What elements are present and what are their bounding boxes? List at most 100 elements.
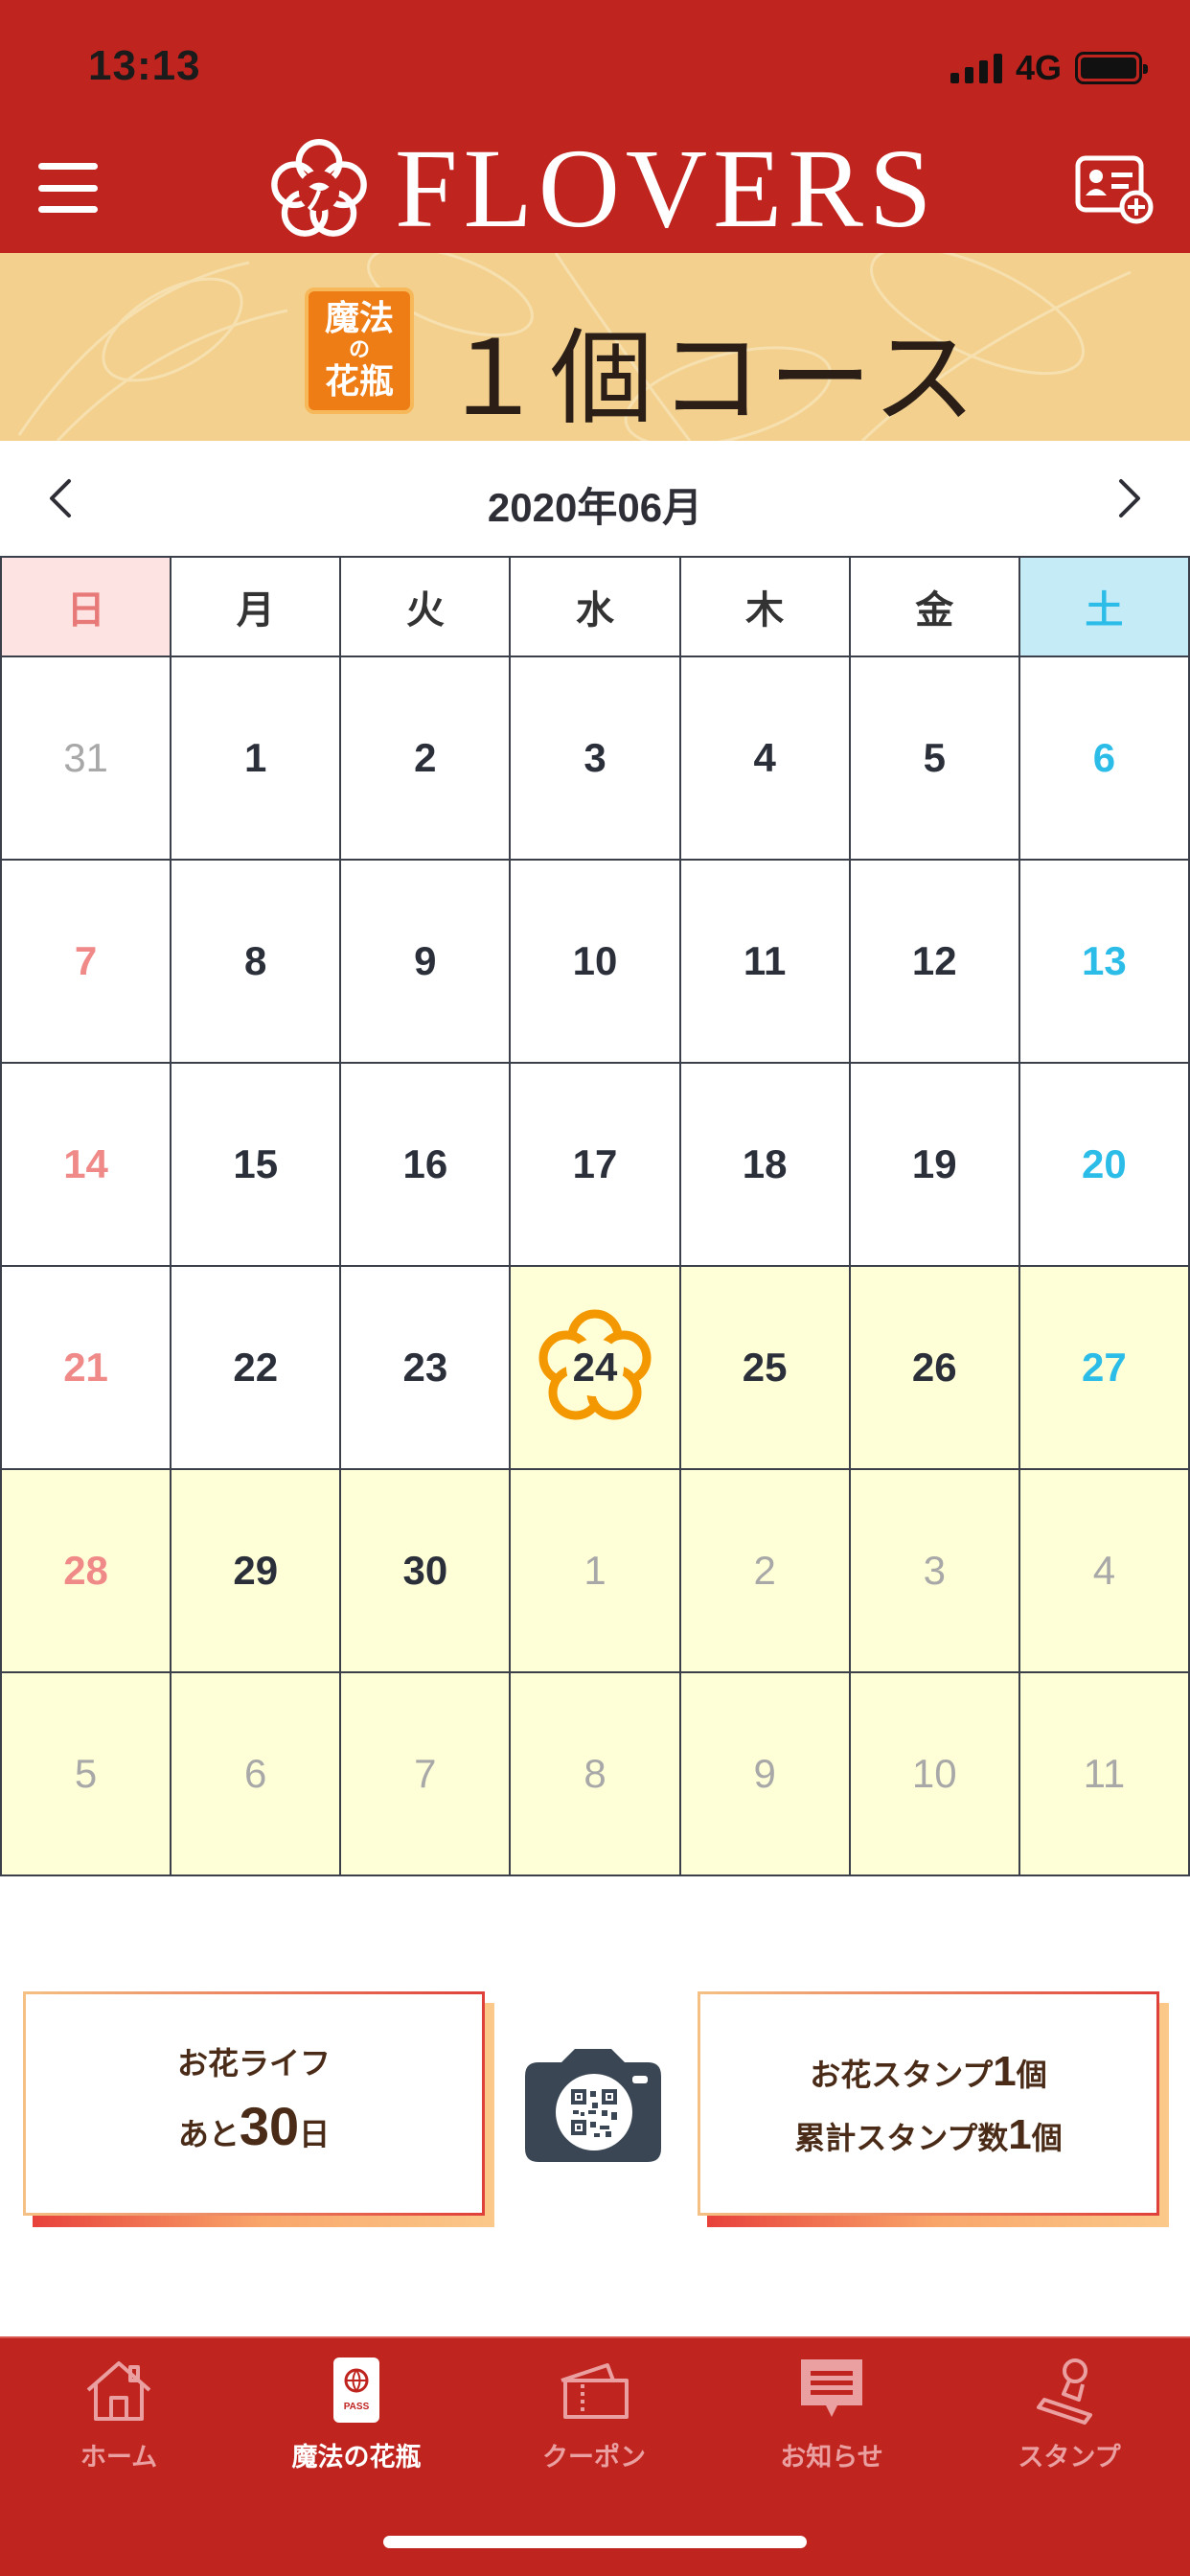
calendar-weekday-header: 日 月 火 水 木 金 土 <box>0 556 1190 657</box>
calendar-day-cell[interactable]: 21 <box>2 1267 172 1470</box>
calendar-day-cell[interactable]: 10 <box>511 861 681 1064</box>
magic-vase-badge: 魔法 の 花瓶 <box>305 288 414 414</box>
day-number: 11 <box>1083 1751 1126 1796</box>
calendar-day-cell[interactable]: 15 <box>172 1064 342 1267</box>
calendar-day-cell[interactable]: 5 <box>2 1673 172 1876</box>
calendar-day-cell[interactable]: 27 <box>1019 1267 1190 1470</box>
day-number: 31 <box>63 735 108 780</box>
day-number: 12 <box>911 938 957 983</box>
day-number: 25 <box>742 1345 788 1390</box>
calendar-day-cell[interactable]: 22 <box>172 1267 342 1470</box>
app-screen: 13:13 4G FLOVERS 魔法 の 花瓶 １個コース 2020年06月 … <box>0 0 1190 2576</box>
calendar-day-cell[interactable]: 1 <box>511 1470 681 1673</box>
calendar-day-cell[interactable]: 12 <box>850 861 1020 1064</box>
pass-icon: PASS <box>333 2358 379 2423</box>
flower-life-label: お花ライフ <box>176 2046 331 2081</box>
calendar-day-cell[interactable]: 6 <box>172 1673 342 1876</box>
total-stamp-label: 累計スタンプ数 <box>794 2121 1009 2155</box>
day-number: 15 <box>233 1141 279 1186</box>
day-number: 18 <box>742 1141 788 1186</box>
total-stamp-unit: 個 <box>1031 2121 1063 2155</box>
day-number: 8 <box>244 938 267 983</box>
next-month-icon[interactable] <box>1100 470 1157 527</box>
signal-icon <box>950 53 1002 83</box>
tab-news[interactable]: お知らせ <box>713 2352 950 2496</box>
day-number: 20 <box>1082 1141 1127 1186</box>
calendar-day-cell[interactable]: 17 <box>511 1064 681 1267</box>
day-number: 9 <box>753 1751 776 1796</box>
calendar-day-cell[interactable]: 29 <box>172 1470 342 1673</box>
day-number: 3 <box>923 1548 946 1593</box>
calendar-day-cell[interactable]: 4 <box>1019 1470 1190 1673</box>
day-number: 28 <box>63 1548 108 1593</box>
day-number: 4 <box>753 735 776 780</box>
member-card-add-icon[interactable] <box>1075 155 1154 224</box>
calendar-month-label: 2020年06月 <box>487 485 703 530</box>
calendar-day-cell[interactable]: 16 <box>341 1064 512 1267</box>
day-number: 3 <box>584 735 606 780</box>
day-number: 17 <box>572 1141 618 1186</box>
calendar-day-cell[interactable]: 8 <box>172 861 342 1064</box>
day-number: 11 <box>743 938 787 983</box>
tab-coupon[interactable]: クーポン <box>475 2352 713 2496</box>
day-number: 1 <box>584 1548 606 1593</box>
hamburger-menu-icon[interactable] <box>38 161 98 215</box>
days-left-value: 30 <box>239 2096 300 2156</box>
day-number: 2 <box>414 735 437 780</box>
calendar-day-cell[interactable]: 11 <box>680 861 851 1064</box>
day-number: 7 <box>414 1751 437 1796</box>
home-indicator[interactable] <box>383 2536 807 2548</box>
calendar-day-cell[interactable]: 20 <box>1019 1064 1190 1267</box>
day-number: 24 <box>572 1345 618 1390</box>
calendar-day-cell[interactable]: 30 <box>341 1470 512 1673</box>
calendar-day-cell[interactable]: 10 <box>850 1673 1020 1876</box>
tab-stamp[interactable]: スタンプ <box>950 2352 1188 2496</box>
calendar-day-cell[interactable]: 3 <box>850 1470 1020 1673</box>
calendar-day-cell[interactable]: 23 <box>341 1267 512 1470</box>
status-indicators: 4G <box>950 48 1148 88</box>
day-number: 22 <box>233 1345 279 1390</box>
tab-magic-vase[interactable]: PASS 魔法の花瓶 <box>238 2352 475 2496</box>
weekday-wed: 水 <box>511 558 681 657</box>
tab-home-label: ホーム <box>80 2443 158 2472</box>
app-header: 13:13 4G FLOVERS <box>0 0 1190 253</box>
calendar-day-cell[interactable]: 6 <box>1019 657 1190 861</box>
calendar-day-cell[interactable]: 4 <box>680 657 851 861</box>
day-number: 30 <box>402 1548 448 1593</box>
calendar-day-cell[interactable]: 2 <box>341 657 512 861</box>
day-number: 26 <box>911 1345 957 1390</box>
calendar-day-cell[interactable]: 19 <box>850 1064 1020 1267</box>
tab-home[interactable]: ホーム <box>0 2352 238 2496</box>
day-number: 6 <box>1092 735 1116 780</box>
calendar-day-cell[interactable]: 7 <box>341 1673 512 1876</box>
calendar-day-cell[interactable]: 8 <box>511 1673 681 1876</box>
coupon-icon <box>561 2363 629 2419</box>
calendar-day-cell-today[interactable]: 24 <box>511 1267 681 1470</box>
calendar-day-cell[interactable]: 13 <box>1019 861 1190 1064</box>
course-title: １個コース <box>441 319 982 439</box>
calendar-day-cell[interactable]: 18 <box>680 1064 851 1267</box>
tab-coupon-label: クーポン <box>542 2443 646 2472</box>
calendar: 日 月 火 水 木 金 土 31 1 2 3 4 5 6 7 8 9 10 11… <box>0 556 1190 1876</box>
battery-icon <box>1075 52 1148 84</box>
calendar-day-cell[interactable]: 28 <box>2 1470 172 1673</box>
calendar-day-cell[interactable]: 3 <box>511 657 681 861</box>
calendar-day-cell[interactable]: 14 <box>2 1064 172 1267</box>
tab-magic-vase-label: 魔法の花瓶 <box>291 2443 422 2472</box>
flower-stamp-unit: 個 <box>1016 2058 1047 2092</box>
svg-text:PASS: PASS <box>344 2402 370 2412</box>
calendar-day-cell[interactable]: 5 <box>850 657 1020 861</box>
weekday-tue: 火 <box>341 558 512 657</box>
calendar-day-cell[interactable]: 2 <box>680 1470 851 1673</box>
calendar-day-cell[interactable]: 9 <box>341 861 512 1064</box>
flower-life-panel: お花ライフ あと30日 <box>23 1991 494 2227</box>
calendar-day-cell[interactable]: 1 <box>172 657 342 861</box>
calendar-day-cell[interactable]: 25 <box>680 1267 851 1470</box>
calendar-day-cell[interactable]: 26 <box>850 1267 1020 1470</box>
calendar-day-cell[interactable]: 9 <box>680 1673 851 1876</box>
calendar-day-cell[interactable]: 7 <box>2 861 172 1064</box>
calendar-day-cell[interactable]: 11 <box>1019 1673 1190 1876</box>
calendar-day-cell[interactable]: 31 <box>2 657 172 861</box>
qr-camera-icon[interactable] <box>525 2049 661 2162</box>
remaining-prefix: あと <box>177 2117 240 2151</box>
